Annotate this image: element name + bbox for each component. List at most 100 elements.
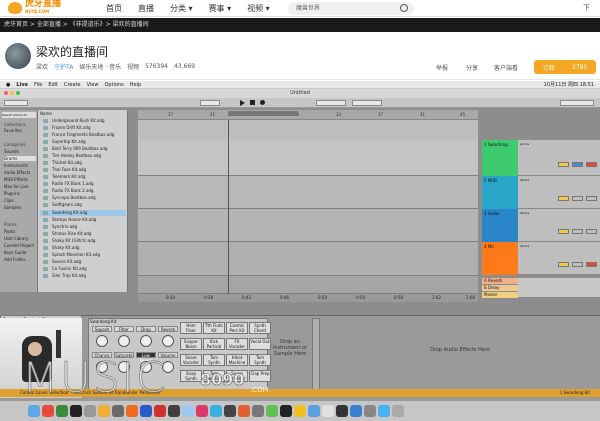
list-item[interactable]: Shaky Kit.adg: [40, 245, 126, 251]
dock-app-icon[interactable]: [182, 405, 194, 417]
drum-pad[interactable]: Tom Synth: [203, 354, 225, 366]
apple-icon[interactable]: ●: [6, 82, 10, 88]
dock-app-icon[interactable]: [336, 405, 348, 417]
beat-ruler[interactable]: 17 21 25 29 33 37 41 45: [138, 110, 478, 120]
solo-button[interactable]: [572, 196, 583, 201]
drum-pad[interactable]: Snap Synth: [180, 370, 202, 382]
master-header[interactable]: Master: [482, 292, 518, 298]
dock-app-icon[interactable]: [350, 405, 362, 417]
input-select[interactable]: All Ins: [520, 142, 529, 146]
category-link[interactable]: 娱乐天地 · 音乐: [79, 62, 121, 71]
search-icon[interactable]: [400, 4, 408, 12]
dock-app-icon[interactable]: [210, 405, 222, 417]
activator-button[interactable]: [558, 262, 569, 267]
report-button[interactable]: 举报: [436, 63, 448, 72]
stop-icon[interactable]: [250, 100, 255, 105]
activator-button[interactable]: [558, 162, 569, 167]
sidebar-item-plugins[interactable]: Plug-Ins: [4, 191, 20, 196]
list-item[interactable]: Stamps House Kit.adg: [40, 217, 126, 223]
dock-app-icon[interactable]: [378, 405, 390, 417]
activator-button[interactable]: [558, 229, 569, 234]
list-item[interactable]: Bold Terry 909 Beatbox.adg: [40, 146, 126, 152]
sidebar-item-favorites[interactable]: Favorites: [4, 128, 22, 133]
solo-button[interactable]: [572, 262, 583, 267]
chain-strip[interactable]: [312, 318, 320, 390]
list-item[interactable]: Telemark Kit.adg: [40, 174, 126, 180]
dock-app-icon[interactable]: [238, 405, 250, 417]
minimize-icon[interactable]: [10, 91, 14, 95]
input-select[interactable]: All Ins: [520, 211, 529, 215]
arm-button[interactable]: [586, 196, 597, 201]
dock-app-icon[interactable]: [196, 405, 208, 417]
solo-button[interactable]: [572, 162, 583, 167]
list-item[interactable]: France Fragments Beatbox.adg: [40, 132, 126, 138]
input-select[interactable]: All Ins: [520, 178, 529, 182]
site-search-input[interactable]: 魔兽世界: [288, 2, 414, 15]
sidebar-item-midi-effects[interactable]: MIDI Effects: [4, 177, 28, 182]
drum-pad[interactable]: Cosmic Perc Kit: [226, 322, 248, 334]
track-lane-1[interactable]: [138, 140, 478, 176]
position-field[interactable]: [200, 100, 220, 106]
solo-button[interactable]: [572, 229, 583, 234]
dock-app-icon[interactable]: [140, 405, 152, 417]
drum-pad[interactable]: Snare Vocoder: [180, 354, 202, 366]
dock-app-icon[interactable]: [112, 405, 124, 417]
activator-button[interactable]: [558, 196, 569, 201]
list-item[interactable]: Source Kit.adg: [40, 259, 126, 265]
drop-effects-zone[interactable]: Drop Audio Effects Here: [322, 347, 598, 353]
subscribe-button[interactable]: 订阅 2780: [534, 60, 596, 74]
record-icon[interactable]: [260, 100, 265, 105]
list-item[interactable]: Syncopa Beatbox.adg: [40, 195, 126, 201]
drum-pad[interactable]: FX Vocoder: [226, 338, 248, 350]
sidebar-item-audio-effects[interactable]: Audio Effects: [4, 170, 30, 175]
sidebar-item-clips[interactable]: Clips: [4, 198, 14, 203]
drum-pad[interactable]: Vocal Out: [249, 338, 271, 350]
list-item[interactable]: Thicket Kit.adg: [40, 160, 126, 166]
loop-start-field[interactable]: [316, 100, 346, 106]
play-icon[interactable]: [240, 100, 245, 106]
dock-app-icon[interactable]: [28, 405, 40, 417]
list-item[interactable]: Synctrix.adg: [40, 224, 126, 230]
tempo-field[interactable]: [4, 100, 28, 106]
menu-app[interactable]: Live: [16, 82, 28, 88]
macro-knob[interactable]: [140, 335, 152, 347]
list-item[interactable]: Supertop Kit.adg: [40, 139, 126, 145]
list-item[interactable]: Tim Healey Beatbox.adg: [40, 153, 126, 159]
host-name[interactable]: 梁欢: [36, 62, 48, 71]
input-select[interactable]: All Ins: [520, 244, 529, 248]
arm-button[interactable]: [586, 162, 597, 167]
track-header-3[interactable]: 3 Audio: [482, 209, 518, 242]
dock-app-icon[interactable]: [154, 405, 166, 417]
drum-pad[interactable]: Synth Chord: [249, 322, 271, 334]
sidebar-item-instruments[interactable]: Instruments: [4, 163, 28, 168]
list-item[interactable]: Shaky Kit (Glitch).adg: [40, 238, 126, 244]
dock-app-icon[interactable]: [84, 405, 96, 417]
sidebar-item-add-folder[interactable]: Add Folder...: [4, 257, 29, 262]
list-header-name[interactable]: Name: [40, 111, 52, 116]
track-lane-2[interactable]: [138, 176, 478, 209]
dock-app-icon[interactable]: [280, 405, 292, 417]
sidebar-item-current-project[interactable]: Current Project: [4, 243, 34, 248]
dock-app-icon[interactable]: [322, 405, 334, 417]
drum-pad[interactable]: Kick Partical: [203, 338, 225, 350]
macro-knob[interactable]: [162, 335, 174, 347]
return-b-header[interactable]: B Delay: [482, 285, 518, 291]
sidebar-item-max-for-live[interactable]: Max for Live: [4, 184, 28, 189]
list-item[interactable]: Siler Trap Kit.adg: [40, 273, 126, 279]
dock-app-icon[interactable]: [252, 405, 264, 417]
menu-help[interactable]: Help: [130, 82, 141, 88]
sidebar-item-packs[interactable]: Packs: [4, 229, 15, 234]
return-lanes[interactable]: [138, 276, 478, 294]
drum-pad[interactable]: Tth Flute Kit: [203, 322, 225, 334]
nav-events[interactable]: 赛事 ▾: [209, 3, 232, 14]
dock-app-icon[interactable]: [70, 405, 82, 417]
drum-pad[interactable]: Hom Floor Simple: [180, 322, 202, 334]
nav-home[interactable]: 首页: [106, 3, 122, 14]
macro-knob[interactable]: [118, 335, 130, 347]
dock-app-icon[interactable]: [224, 405, 236, 417]
list-item[interactable]: Frozen Drift Kit.adg: [40, 125, 126, 131]
client-button[interactable]: 客户端看: [494, 63, 518, 72]
macro-knob[interactable]: [96, 335, 108, 347]
dock-app-icon[interactable]: [168, 405, 180, 417]
track-lane-4[interactable]: [138, 242, 478, 276]
